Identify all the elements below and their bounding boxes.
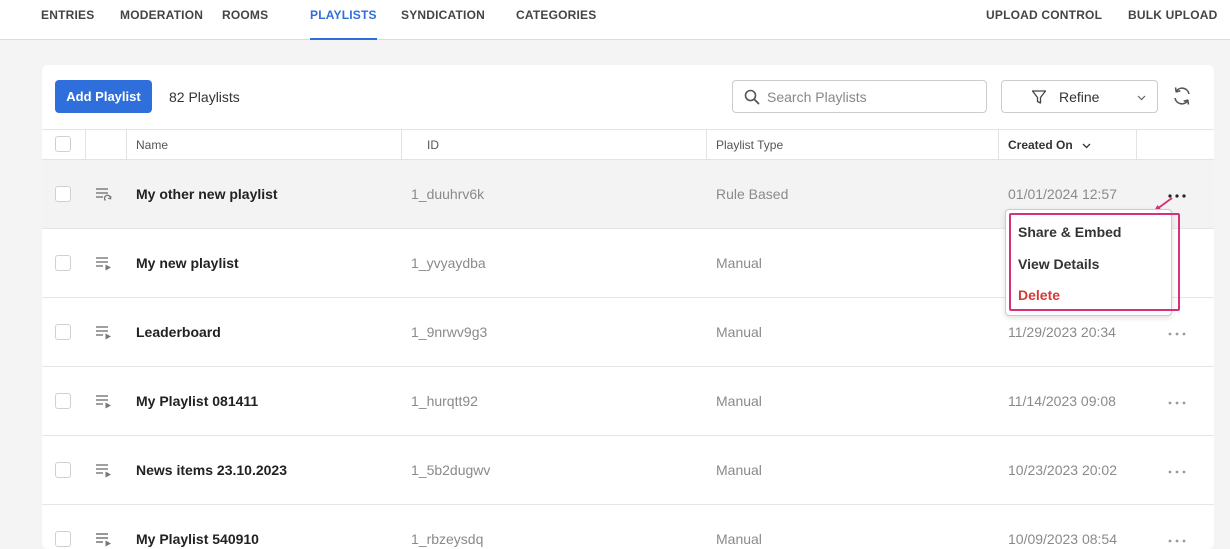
column-header-id[interactable]: ID <box>427 138 439 152</box>
playlist-created-on: 10/23/2023 20:02 <box>1008 462 1117 478</box>
column-divider <box>706 130 707 159</box>
table-row[interactable]: News items 23.10.2023 1_5b2dugwv Manual … <box>42 436 1214 505</box>
table-row[interactable]: My Playlist 081411 1_hurqtt92 Manual 11/… <box>42 367 1214 436</box>
playlist-id: 1_rbzeysdq <box>411 531 484 547</box>
refresh-icon[interactable] <box>1170 84 1194 108</box>
playlist-type: Manual <box>716 531 762 547</box>
search-input[interactable] <box>767 82 977 111</box>
nav-categories[interactable]: CATEGORIES <box>516 0 596 40</box>
playlist-name[interactable]: My Playlist 081411 <box>136 393 258 409</box>
nav-syndication[interactable]: SYNDICATION <box>401 0 485 40</box>
playlist-type: Rule Based <box>716 186 789 202</box>
menu-item-share-embed[interactable]: Share & Embed <box>1018 224 1121 240</box>
column-divider <box>1136 130 1137 159</box>
row-actions-menu: Share & Embed View Details Delete <box>1005 209 1180 316</box>
row-checkbox[interactable] <box>55 186 71 202</box>
row-checkbox[interactable] <box>55 462 71 478</box>
filter-icon <box>1031 90 1047 104</box>
column-header-name[interactable]: Name <box>136 138 168 152</box>
more-actions-icon[interactable] <box>1162 394 1192 410</box>
playlist-name[interactable]: My other new playlist <box>136 186 278 202</box>
playlist-count: 82 Playlists <box>169 89 240 105</box>
column-divider <box>998 130 999 159</box>
chevron-down-icon <box>1137 95 1146 101</box>
playlist-created-on: 11/29/2023 20:34 <box>1008 324 1116 340</box>
playlist-type: Manual <box>716 393 762 409</box>
add-playlist-button[interactable]: Add Playlist <box>55 80 152 113</box>
column-header-playlist-type[interactable]: Playlist Type <box>716 138 783 152</box>
playlist-created-on: 11/14/2023 09:08 <box>1008 393 1116 409</box>
search-box <box>732 80 987 113</box>
select-all-checkbox[interactable] <box>55 136 71 152</box>
row-checkbox[interactable] <box>55 393 71 409</box>
nav-bulk-upload[interactable]: BULK UPLOAD <box>1128 0 1218 40</box>
refine-label: Refine <box>1059 89 1100 105</box>
refine-button[interactable]: Refine <box>1001 80 1158 113</box>
playlist-name[interactable]: News items 23.10.2023 <box>136 462 287 478</box>
column-divider <box>85 130 86 159</box>
column-divider <box>126 130 127 159</box>
more-actions-icon[interactable] <box>1162 463 1192 479</box>
playlist-id: 1_5b2dugwv <box>411 462 491 478</box>
playlist-type: Manual <box>716 462 762 478</box>
playlist-created-on: 10/09/2023 08:54 <box>1008 531 1117 547</box>
rule-playlist-icon <box>96 188 112 201</box>
top-navigation: ENTRIES MODERATION ROOMS PLAYLISTS SYNDI… <box>0 0 1230 40</box>
manual-playlist-icon <box>96 395 111 409</box>
playlist-id: 1_yvyaydba <box>411 255 486 271</box>
row-checkbox[interactable] <box>55 255 71 271</box>
nav-rooms[interactable]: ROOMS <box>222 0 268 40</box>
column-header-created-on[interactable]: Created On <box>1008 138 1091 152</box>
playlist-created-on: 01/01/2024 12:57 <box>1008 186 1117 202</box>
table-header: Name ID Playlist Type Created On <box>42 129 1214 160</box>
row-checkbox[interactable] <box>55 324 71 340</box>
nav-entries[interactable]: ENTRIES <box>41 0 94 40</box>
column-header-created-on-label: Created On <box>1008 138 1073 152</box>
search-icon <box>744 89 760 105</box>
manual-playlist-icon <box>96 257 111 271</box>
playlist-name[interactable]: Leaderboard <box>136 324 221 340</box>
nav-playlists[interactable]: PLAYLISTS <box>310 0 377 40</box>
playlist-type: Manual <box>716 255 762 271</box>
menu-item-view-details[interactable]: View Details <box>1018 256 1099 272</box>
playlist-id: 1_hurqtt92 <box>411 393 478 409</box>
column-divider <box>401 130 402 159</box>
manual-playlist-icon <box>96 464 111 478</box>
table-row[interactable]: My Playlist 540910 1_rbzeysdq Manual 10/… <box>42 505 1214 549</box>
menu-item-delete[interactable]: Delete <box>1018 287 1060 303</box>
manual-playlist-icon <box>96 326 111 340</box>
nav-upload-control[interactable]: UPLOAD CONTROL <box>986 0 1102 40</box>
playlist-name[interactable]: My Playlist 540910 <box>136 531 259 547</box>
more-actions-icon[interactable] <box>1162 325 1192 341</box>
playlist-id: 1_9nrwv9g3 <box>411 324 488 340</box>
playlist-name[interactable]: My new playlist <box>136 255 239 271</box>
row-checkbox[interactable] <box>55 531 71 547</box>
sort-desc-icon <box>1082 143 1091 149</box>
more-actions-icon[interactable] <box>1162 532 1192 548</box>
nav-moderation[interactable]: MODERATION <box>120 0 203 40</box>
manual-playlist-icon <box>96 533 111 547</box>
playlist-id: 1_duuhrv6k <box>411 186 485 202</box>
playlist-type: Manual <box>716 324 762 340</box>
